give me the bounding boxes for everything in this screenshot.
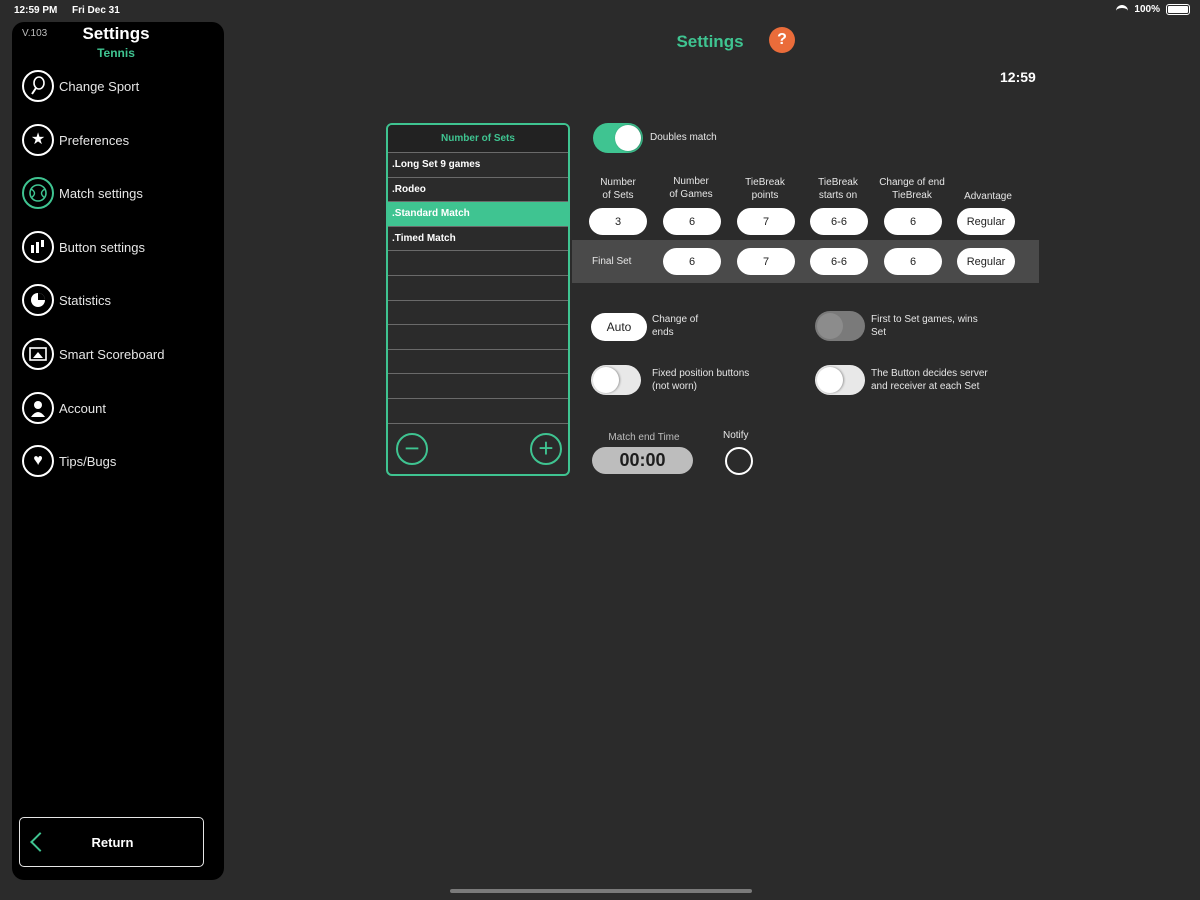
list-item-empty: [388, 301, 568, 326]
sidebar-title: Settings: [82, 24, 150, 43]
toggle-knob: [817, 367, 843, 393]
status-time: 12:59 PM: [14, 5, 58, 16]
sidebar-item-smart-scoreboard[interactable]: Smart Scoreboard: [22, 334, 217, 374]
fixed-buttons-label: Fixed position buttons (not worn): [652, 368, 750, 392]
account-icon: [22, 392, 54, 424]
sidebar-item-label: Button settings: [59, 239, 145, 255]
change-of-ends-label: Change of ends: [652, 314, 699, 338]
statistics-icon: [22, 284, 54, 316]
sidebar-item-button-settings[interactable]: Button settings: [22, 227, 217, 267]
status-right: 100%: [1116, 4, 1190, 15]
return-button[interactable]: Return: [19, 817, 204, 867]
sidebar-item-account[interactable]: Account: [22, 388, 217, 428]
notify-label: Notify: [723, 430, 749, 441]
list-item-empty: [388, 276, 568, 301]
list-item[interactable]: .Long Set 9 games: [388, 153, 568, 178]
sidebar-item-label: Statistics: [59, 292, 112, 308]
advantage-pill[interactable]: Regular: [957, 208, 1015, 235]
help-button[interactable]: ?: [769, 27, 795, 53]
fixed-buttons-toggle[interactable]: [591, 365, 641, 395]
col-head-tiebreak-points: TieBreak points: [745, 177, 785, 201]
col-head-sets: Number of Sets: [600, 177, 636, 201]
button-decides-label: The Button decides server and receiver at…: [871, 368, 988, 392]
col-head-advantage: Advantage: [964, 191, 1012, 202]
list-item-empty: [388, 374, 568, 399]
add-set-button[interactable]: +: [530, 433, 562, 465]
first-to-set-toggle[interactable]: [815, 311, 865, 341]
notify-radio[interactable]: [725, 447, 753, 475]
tennis-racket-icon: [22, 70, 54, 102]
list-item-empty: [388, 251, 568, 276]
status-date: Fri Dec 31: [72, 5, 120, 16]
games-value-pill[interactable]: 6: [663, 208, 721, 235]
match-end-time-label: Match end Time: [608, 432, 680, 443]
home-indicator: [450, 889, 752, 893]
list-item[interactable]: .Timed Match: [388, 227, 568, 252]
button-decides-toggle[interactable]: [815, 365, 865, 395]
battery-icon: [1166, 4, 1190, 15]
toggle-knob: [615, 125, 641, 151]
sidebar-item-change-sport[interactable]: Change Sport: [22, 66, 217, 106]
page-title: Settings: [676, 32, 744, 51]
sets-value-pill[interactable]: 3: [589, 208, 647, 235]
sidebar-item-statistics[interactable]: Statistics: [22, 280, 217, 320]
final-tiebreak-starts-pill[interactable]: 6-6: [810, 248, 868, 275]
sidebar-item-label: Change Sport: [59, 78, 140, 94]
button-settings-icon: [22, 231, 54, 263]
sidebar-item-tips-bugs[interactable]: ♥ Tips/Bugs: [22, 441, 217, 481]
sidebar-item-label: Preferences: [59, 132, 130, 148]
sets-list-footer: − +: [388, 424, 568, 474]
list-item[interactable]: .Rodeo: [388, 178, 568, 203]
return-label: Return: [91, 834, 134, 850]
list-item-selected[interactable]: .Standard Match: [388, 202, 568, 227]
tiebreak-starts-pill[interactable]: 6-6: [810, 208, 868, 235]
final-set-label: Final Set: [592, 256, 632, 267]
match-end-time-field[interactable]: 00:00: [592, 447, 693, 474]
sidebar-item-label: Match settings: [59, 185, 143, 201]
toggle-knob: [593, 367, 619, 393]
tiebreak-points-pill[interactable]: 7: [737, 208, 795, 235]
tennis-ball-icon: [22, 177, 54, 209]
star-icon: ★: [22, 124, 54, 156]
sidebar-item-match-settings[interactable]: Match settings: [22, 173, 217, 213]
status-bar: 12:59 PM Fri Dec 31 100%: [0, 0, 1200, 22]
toggle-knob: [817, 313, 843, 339]
clock: 12:59: [1000, 69, 1036, 85]
col-head-tiebreak-starts: TieBreak starts on: [818, 177, 858, 201]
scoreboard-icon: [22, 338, 54, 370]
col-head-change-end: Change of end TieBreak: [879, 177, 945, 201]
doubles-match-label: Doubles match: [650, 132, 717, 143]
sidebar-item-preferences[interactable]: ★ Preferences: [22, 120, 217, 160]
final-change-end-pill[interactable]: 6: [884, 248, 942, 275]
battery-percent: 100%: [1134, 4, 1160, 15]
list-item-empty: [388, 325, 568, 350]
list-item-empty: [388, 350, 568, 375]
sidebar: V.103 Settings Tennis Change Sport ★ Pre…: [12, 22, 224, 880]
sidebar-item-label: Account: [59, 400, 106, 416]
change-end-pill[interactable]: 6: [884, 208, 942, 235]
final-tiebreak-points-pill[interactable]: 7: [737, 248, 795, 275]
wifi-icon: [1116, 5, 1129, 14]
sidebar-subtitle: Tennis: [97, 46, 135, 60]
col-head-games: Number of Games: [669, 176, 713, 200]
first-to-set-label: First to Set games, wins Set: [871, 314, 978, 338]
doubles-match-toggle[interactable]: [593, 123, 643, 153]
final-games-pill[interactable]: 6: [663, 248, 721, 275]
remove-set-button[interactable]: −: [396, 433, 428, 465]
sidebar-item-label: Smart Scoreboard: [59, 346, 165, 362]
heart-icon: ♥: [22, 445, 54, 477]
list-item-empty: [388, 399, 568, 424]
sets-list-panel: Number of Sets .Long Set 9 games .Rodeo …: [386, 123, 570, 476]
final-advantage-pill[interactable]: Regular: [957, 248, 1015, 275]
sidebar-item-label: Tips/Bugs: [59, 453, 117, 469]
sets-list-header: Number of Sets: [388, 125, 568, 153]
change-of-ends-button[interactable]: Auto: [591, 313, 647, 341]
